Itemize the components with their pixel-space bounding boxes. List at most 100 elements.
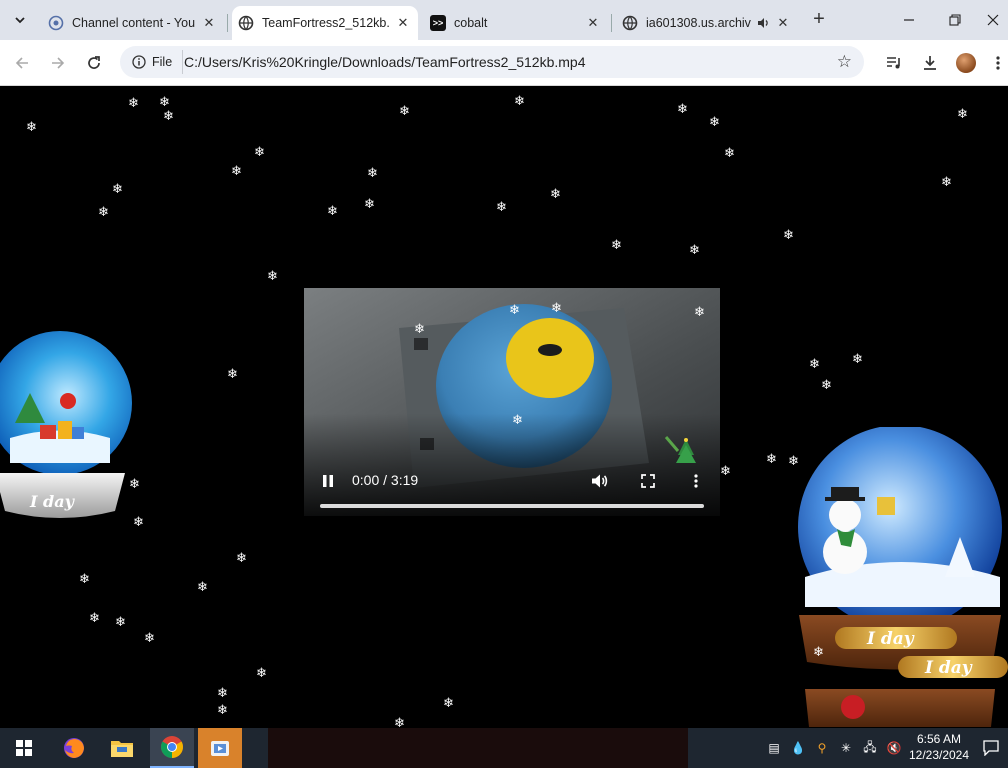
taskbar-search-area[interactable] bbox=[268, 728, 688, 768]
snowflake-icon: ❄ bbox=[496, 199, 507, 214]
snowflake-icon: ❄ bbox=[367, 165, 378, 180]
snowflake-icon: ❄ bbox=[414, 321, 425, 336]
snowflake-icon: ❄ bbox=[98, 204, 109, 219]
downloads-button[interactable] bbox=[919, 52, 941, 74]
profile-button[interactable] bbox=[955, 52, 977, 74]
forward-button[interactable] bbox=[45, 50, 71, 76]
globe-icon bbox=[48, 15, 64, 31]
minimize-icon bbox=[904, 19, 914, 21]
snowflake-icon: ❄ bbox=[128, 95, 139, 110]
notification-button[interactable] bbox=[982, 740, 1000, 756]
snowflake-icon: ❄ bbox=[89, 610, 100, 625]
taskbar-file-explorer[interactable] bbox=[100, 728, 144, 768]
snowflake-icon: ❄ bbox=[766, 451, 777, 466]
network-icon[interactable]: 🖧 bbox=[862, 740, 878, 756]
snowflake-icon: ❄ bbox=[133, 514, 144, 529]
fullscreen-button[interactable] bbox=[638, 471, 658, 491]
back-button[interactable] bbox=[9, 50, 35, 76]
pause-button[interactable] bbox=[318, 471, 338, 491]
snowflake-icon: ❄ bbox=[129, 476, 140, 491]
media-queue-icon bbox=[887, 57, 900, 69]
snowflake-icon: ❄ bbox=[852, 351, 863, 366]
restore-button[interactable] bbox=[934, 7, 976, 33]
snowflake-icon: ❄ bbox=[611, 237, 622, 252]
site-info-chip[interactable]: File bbox=[124, 50, 184, 74]
video-controls: 0:00 / 3:19 bbox=[304, 445, 720, 515]
pause-icon bbox=[323, 475, 333, 487]
snowflake-icon: ❄ bbox=[327, 203, 338, 218]
snowflake-icon: ❄ bbox=[788, 453, 799, 468]
close-icon[interactable]: ✕ bbox=[200, 14, 218, 32]
address-bar[interactable]: File C:/Users/Kris%20Kringle/Downloads/T… bbox=[120, 46, 864, 78]
snow-globe-left: I day bbox=[0, 331, 132, 518]
globe-icon bbox=[622, 15, 638, 31]
snowflake-icon: ❄ bbox=[709, 114, 720, 129]
snowflake-icon: ❄ bbox=[364, 196, 375, 211]
snowflake-icon: ❄ bbox=[197, 579, 208, 594]
tab-cobalt[interactable]: >> cobalt ✕ bbox=[424, 6, 608, 40]
video-time: 0:00 / 3:19 bbox=[352, 472, 419, 488]
snowflake-icon: ❄ bbox=[551, 300, 562, 315]
tab-search-button[interactable] bbox=[7, 7, 33, 33]
avatar bbox=[956, 53, 976, 73]
reload-button[interactable] bbox=[81, 50, 107, 76]
close-icon[interactable]: ✕ bbox=[394, 14, 412, 32]
close-icon[interactable]: ✕ bbox=[584, 14, 602, 32]
clock[interactable]: 6:56 AM 12/23/2024 bbox=[906, 731, 972, 763]
tab-strip: Channel content - You ✕ TeamFortress2_51… bbox=[0, 0, 1008, 40]
close-window-button[interactable] bbox=[978, 7, 1008, 33]
snowflake-icon: ❄ bbox=[217, 685, 228, 700]
minimize-button[interactable] bbox=[888, 7, 930, 33]
search-icon[interactable]: ⚲ bbox=[814, 740, 830, 756]
snowflake-icon: ❄ bbox=[813, 644, 824, 659]
tab-divider bbox=[227, 14, 228, 32]
tray-app-icon[interactable]: ▤ bbox=[766, 740, 782, 756]
snowflake-icon: ❄ bbox=[443, 695, 454, 710]
snowflake-icon: ❄ bbox=[694, 304, 705, 319]
snowflake-icon: ❄ bbox=[724, 145, 735, 160]
arrow-right-icon bbox=[52, 57, 65, 69]
snowflake-icon: ❄ bbox=[112, 181, 123, 196]
chevron-down-icon bbox=[15, 17, 25, 24]
star-icon[interactable]: ☆ bbox=[837, 52, 852, 72]
taskbar-movie-maker[interactable] bbox=[198, 728, 242, 768]
tab-title: TeamFortress2_512kb. bbox=[262, 16, 390, 30]
snowflake-icon: ❄ bbox=[159, 94, 170, 109]
tab-title: Channel content - You bbox=[72, 16, 196, 30]
globe-right-badge-2: I day bbox=[924, 658, 973, 678]
close-icon[interactable]: ✕ bbox=[774, 14, 792, 32]
volume-muted-icon[interactable]: 🔇 bbox=[886, 740, 902, 756]
brightness-icon[interactable]: ✳ bbox=[838, 740, 854, 756]
screen: Channel content - You ✕ TeamFortress2_51… bbox=[0, 0, 1008, 768]
notification-icon bbox=[983, 740, 999, 756]
snowflake-icon: ❄ bbox=[677, 101, 688, 116]
snowflake-icon: ❄ bbox=[163, 108, 174, 123]
christmas-tree-cursor-icon bbox=[664, 436, 696, 463]
globe-icon bbox=[238, 15, 254, 31]
tab-teamfortress2[interactable]: TeamFortress2_512kb. ✕ bbox=[232, 6, 418, 40]
start-button[interactable] bbox=[2, 728, 46, 768]
video-more-button[interactable] bbox=[686, 471, 706, 491]
url-text[interactable]: C:/Users/Kris%20Kringle/Downloads/TeamFo… bbox=[184, 54, 586, 70]
new-tab-button[interactable]: + bbox=[808, 9, 830, 31]
fullscreen-icon bbox=[641, 474, 655, 488]
tab-channel-content[interactable]: Channel content - You ✕ bbox=[42, 6, 224, 40]
arrow-left-icon bbox=[15, 57, 28, 69]
taskbar-chrome[interactable] bbox=[150, 728, 194, 768]
snowflake-icon: ❄ bbox=[217, 702, 228, 717]
info-icon bbox=[132, 55, 146, 69]
snowflake-icon: ❄ bbox=[267, 268, 278, 283]
water-drop-icon[interactable]: 💧 bbox=[790, 740, 806, 756]
cobalt-icon: >> bbox=[430, 15, 446, 31]
snowflake-icon: ❄ bbox=[79, 571, 90, 586]
firefox-icon bbox=[64, 738, 84, 758]
mute-button[interactable] bbox=[590, 471, 610, 491]
snowflake-icon: ❄ bbox=[115, 614, 126, 629]
video-progress-bar[interactable] bbox=[320, 504, 704, 508]
chrome-icon bbox=[161, 736, 183, 758]
menu-button[interactable] bbox=[990, 52, 1006, 74]
tab-archive[interactable]: ia601308.us.archiv ✕ bbox=[616, 6, 798, 40]
media-controls-button[interactable] bbox=[883, 52, 905, 74]
speaker-icon[interactable] bbox=[756, 16, 770, 30]
taskbar-firefox[interactable] bbox=[52, 728, 96, 768]
